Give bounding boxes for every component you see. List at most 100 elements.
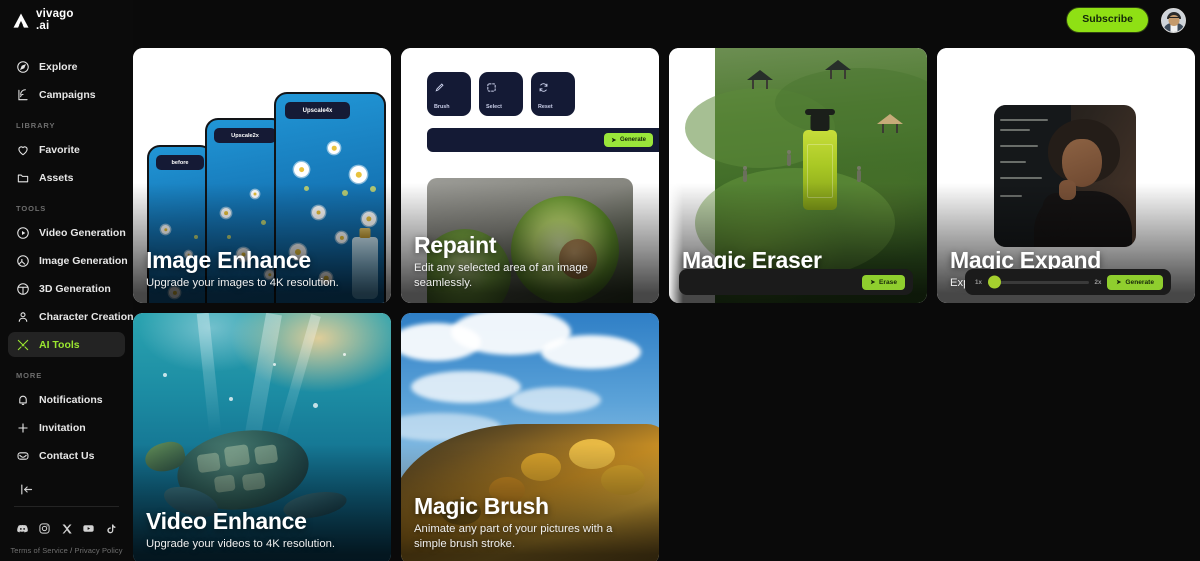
magic-eraser-action-bar: Erase — [679, 269, 913, 295]
scale-min-label: 1x — [975, 278, 982, 286]
brand-suffix: .ai — [36, 19, 50, 32]
sidebar-item-contact-us[interactable]: Contact Us — [8, 443, 125, 468]
card-description: Animate any part of your pictures with a… — [414, 522, 613, 550]
sidebar-item-notifications[interactable]: Notifications — [8, 387, 125, 412]
collapse-sidebar-icon[interactable] — [18, 481, 34, 497]
repaint-generate-button[interactable]: Generate — [603, 133, 653, 147]
hut-icon — [747, 70, 773, 89]
play-circle-icon — [16, 226, 30, 240]
sidebar-item-3d-generation[interactable]: 3D Generation — [8, 276, 125, 301]
instagram-icon[interactable] — [38, 522, 51, 535]
sidebar-item-video-generation[interactable]: Video Generation — [8, 220, 126, 245]
plus-icon — [16, 421, 30, 435]
phone-tag-label: Upscale4x — [285, 102, 350, 119]
brand-text: vivago .ai — [36, 8, 74, 32]
slider-knob[interactable] — [987, 275, 1001, 289]
sidebar-item-label: Assets — [39, 171, 74, 184]
card-text-block: Video Enhance Upgrade your videos to 4K … — [146, 509, 378, 552]
subscribe-button[interactable]: Subscribe — [1067, 8, 1148, 32]
card-text-block: Image Enhance Upgrade your images to 4K … — [146, 248, 378, 291]
sidebar-section-more: MORE — [16, 371, 43, 380]
phone-tag-label: before — [156, 155, 204, 170]
magic-expand-generate-button[interactable]: Generate — [1107, 274, 1163, 290]
sidebar-item-favorite[interactable]: Favorite — [8, 137, 125, 162]
tool-card-image-enhance[interactable]: before Upscale2x Upscale4x Image Enhance… — [133, 48, 391, 303]
app-root: vivago .ai Explore Campaigns LIBRARY Fav… — [0, 0, 1200, 561]
card-text-block: Magic Brush Animate any part of your pic… — [414, 494, 646, 552]
sidebar-item-campaigns[interactable]: Campaigns — [8, 82, 125, 107]
campaign-signal-icon — [16, 88, 30, 102]
magic-expand-scale-bar: 1x 2x Generate — [965, 269, 1171, 295]
brand-name: vivago — [36, 8, 74, 20]
card-left-fade — [669, 48, 683, 303]
tiktok-icon[interactable] — [104, 522, 117, 535]
erase-button[interactable]: Erase — [862, 274, 905, 290]
dashed-square-select-icon — [486, 80, 497, 92]
sidebar-item-label: Notifications — [39, 393, 103, 406]
heart-icon — [16, 143, 30, 157]
repaint-tool-label: Select — [486, 104, 502, 110]
sidebar-item-ai-tools[interactable]: AI Tools — [8, 332, 125, 357]
repaint-tool-brush[interactable]: Brush — [427, 72, 471, 116]
card-title: Video Enhance — [146, 507, 307, 534]
tool-card-magic-expand[interactable]: 1x 2x Generate Magic Expand Expand and e… — [937, 48, 1195, 303]
x-twitter-icon[interactable] — [60, 522, 73, 535]
sidebar: vivago .ai Explore Campaigns LIBRARY Fav… — [0, 0, 134, 561]
repaint-generate-label: Generate — [619, 137, 646, 143]
card-description: Upgrade your videos to 4K resolution. — [146, 537, 336, 550]
user-icon — [16, 310, 30, 324]
sidebar-item-label: AI Tools — [39, 338, 80, 351]
phone-tag-label: Upscale2x — [214, 128, 276, 143]
card-description: Upgrade your images to 4K resolution. — [146, 276, 339, 289]
sidebar-item-character-creation[interactable]: Character Creation — [8, 304, 134, 329]
privacy-policy-link[interactable]: Privacy Policy — [74, 546, 122, 555]
avatar[interactable] — [1161, 7, 1186, 33]
hut-icon — [877, 114, 903, 133]
card-title: Magic Brush — [414, 492, 549, 519]
sidebar-item-label: Favorite — [39, 143, 80, 156]
youtube-icon[interactable] — [82, 522, 95, 535]
tools-cross-icon — [16, 338, 30, 352]
repaint-prompt-bar[interactable]: Generate — [427, 128, 659, 152]
sidebar-nav: Explore Campaigns LIBRARY Favorite Asset… — [0, 54, 134, 468]
tool-card-magic-brush[interactable]: Magic Brush Animate any part of your pic… — [401, 313, 659, 561]
sidebar-item-label: Image Generation — [39, 254, 128, 267]
sidebar-item-label: Video Generation — [39, 226, 126, 239]
card-title: Image Enhance — [146, 246, 311, 273]
tool-card-video-enhance[interactable]: Video Enhance Upgrade your videos to 4K … — [133, 313, 391, 561]
repaint-tool-label: Brush — [434, 104, 450, 110]
tool-card-magic-eraser[interactable]: Erase Magic Eraser Remove any unwanted p… — [669, 48, 927, 303]
sidebar-section-library: LIBRARY — [16, 121, 56, 130]
generate-button-label: Generate — [1125, 278, 1154, 286]
repaint-tool-reset[interactable]: Reset — [531, 72, 575, 116]
tool-card-repaint[interactable]: Brush Select Reset Generate Repaint Edit… — [401, 48, 659, 303]
brush-pen-icon — [434, 80, 445, 92]
sidebar-item-label: Campaigns — [39, 88, 96, 101]
folder-icon — [16, 171, 30, 185]
sidebar-item-invitation[interactable]: Invitation — [8, 415, 125, 440]
vivago-triangle-logo-icon — [11, 11, 31, 31]
sidebar-item-assets[interactable]: Assets — [8, 165, 125, 190]
bell-icon — [16, 393, 30, 407]
sidebar-item-image-generation[interactable]: Image Generation — [8, 248, 128, 273]
scale-max-label: 2x — [1094, 278, 1102, 286]
brand-logo[interactable]: vivago .ai — [0, 0, 133, 32]
sidebar-item-explore[interactable]: Explore — [8, 54, 125, 79]
repaint-tool-select[interactable]: Select — [479, 72, 523, 116]
erase-button-label: Erase — [879, 278, 897, 286]
mail-icon — [16, 449, 30, 463]
scale-slider[interactable] — [987, 275, 1089, 289]
sidebar-item-label: Invitation — [39, 421, 86, 434]
sidebar-divider — [14, 506, 119, 507]
terms-of-service-link[interactable]: Terms of Service — [10, 546, 67, 555]
cube-sphere-icon — [16, 282, 30, 296]
sidebar-item-label: 3D Generation — [39, 282, 111, 295]
collapse-sidebar-row — [0, 481, 133, 497]
sidebar-section-tools: TOOLS — [16, 204, 47, 213]
card-description: Edit any selected area of an image seaml… — [414, 261, 588, 289]
image-circle-icon — [16, 254, 30, 268]
sidebar-item-label: Contact Us — [39, 449, 95, 462]
discord-icon[interactable] — [16, 522, 29, 535]
repaint-toolbar: Brush Select Reset — [427, 72, 575, 116]
main-content: before Upscale2x Upscale4x Image Enhance… — [133, 0, 1200, 561]
